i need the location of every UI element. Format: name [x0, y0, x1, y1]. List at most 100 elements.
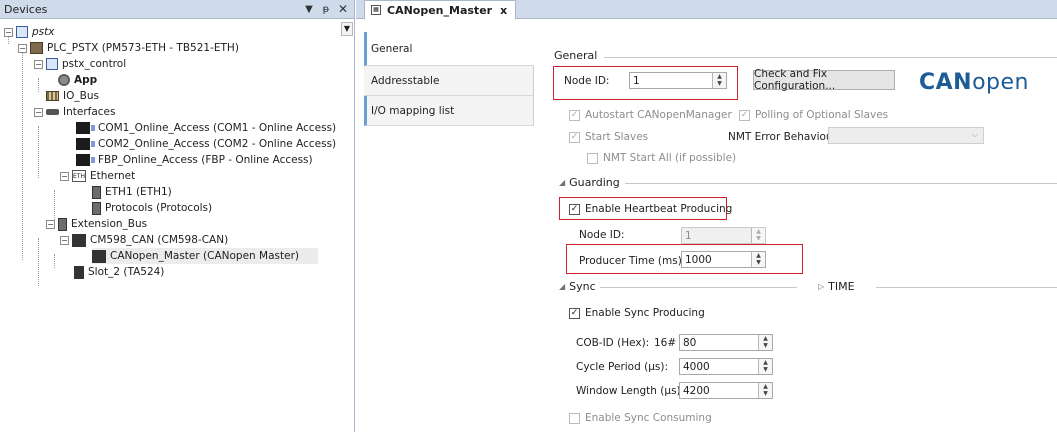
enable-sync-consuming-checkbox[interactable]: Enable Sync Consuming [569, 412, 712, 424]
tab-canopen-master[interactable]: ▦ CANopen_Master x [364, 0, 517, 19]
polling-optional-slaves-checkbox[interactable]: ✓ Polling of Optional Slaves [739, 109, 888, 121]
side-tabs: General Addresstable I/O mapping list [364, 32, 534, 126]
general-section-title: General [554, 49, 598, 62]
extension-bus-icon [58, 217, 67, 231]
checkmark-icon: ✓ [569, 307, 580, 319]
node-id-label: Node ID: [564, 75, 610, 87]
time-section-title[interactable]: ▷ TIME [818, 280, 855, 293]
module-icon [92, 201, 101, 215]
editor-tabbar: ▦ CANopen_Master x [356, 0, 1057, 19]
start-slaves-checkbox[interactable]: ✓ Start Slaves [569, 131, 648, 143]
cob-id-label: COB-ID (Hex): [576, 337, 650, 349]
collapse-icon[interactable]: − [60, 171, 69, 181]
tree-item-com2[interactable]: COM2_Online_Access (COM2 - Online Access… [76, 136, 336, 152]
window-length-input[interactable]: 4200 ▲ ▼ [679, 382, 773, 399]
com-port-icon [76, 138, 95, 150]
check-fix-configuration-button[interactable]: Check and Fix Configuration... [753, 68, 895, 92]
spinner-icon[interactable]: ▲ ▼ [751, 252, 765, 267]
devices-title: Devices [4, 2, 48, 16]
can-module-icon [72, 233, 86, 247]
tree-item-com1[interactable]: COM1_Online_Access (COM1 - Online Access… [76, 120, 336, 136]
pin-icon[interactable]: ᵽ [319, 4, 333, 15]
tree-item-io-bus[interactable]: IO_Bus [46, 88, 99, 104]
collapse-icon[interactable]: − [60, 235, 69, 245]
cob-id-input[interactable]: 80 ▲ ▼ [679, 334, 773, 351]
cycle-period-input[interactable]: 4000 ▲ ▼ [679, 358, 773, 375]
cob-id-prefix: 16# [654, 337, 677, 349]
producer-time-label: Producer Time (ms): [579, 255, 686, 267]
tree-item-cm598-can[interactable]: − CM598_CAN (CM598-CAN) [60, 232, 228, 248]
chevron-down-icon: ⌵ [971, 130, 978, 139]
tree-dropdown-button[interactable]: ▼ [341, 22, 353, 36]
enable-heartbeat-checkbox[interactable]: ✓ Enable Heartbeat Producing [569, 203, 732, 215]
sync-section-title[interactable]: ◢ Sync [559, 280, 596, 293]
empty-checkbox-icon [587, 152, 598, 164]
application-icon [46, 58, 58, 70]
io-bus-icon [46, 91, 59, 101]
spinner-icon[interactable]: ▲ ▼ [758, 383, 772, 398]
com-port-icon [76, 122, 95, 134]
tree-item-canopen-master[interactable]: CANopen_Master (CANopen Master) [92, 248, 318, 264]
tree-item-extension-bus[interactable]: − Extension_Bus [46, 216, 147, 232]
collapse-icon[interactable]: − [18, 43, 27, 53]
ethernet-icon: ETH [72, 170, 86, 182]
tab-general[interactable]: General [364, 32, 534, 66]
tree-item-interfaces[interactable]: − Interfaces [34, 104, 115, 120]
devices-panel: Devices ▼ ᵽ ✕ ▼ − pstx − PLC_PSTX (PM573… [0, 0, 355, 432]
empty-checkbox-icon [569, 412, 580, 424]
tab-title: CANopen_Master [387, 3, 493, 17]
guarding-node-id-label: Node ID: [579, 229, 625, 241]
fbp-port-icon [76, 154, 95, 166]
canopen-master-icon [92, 249, 106, 263]
enable-sync-producing-checkbox[interactable]: ✓ Enable Sync Producing [569, 307, 705, 319]
plc-icon [30, 42, 43, 54]
nmt-error-behaviour-select[interactable]: ⌵ [828, 127, 984, 144]
autostart-checkbox[interactable]: ✓ Autostart CANopenManager [569, 109, 732, 121]
guarding-section-title[interactable]: ◢ Guarding [559, 176, 620, 189]
collapse-triangle-icon[interactable]: ◢ [559, 178, 565, 187]
slot-icon [74, 265, 84, 279]
producer-time-input[interactable]: 1000 ▲ ▼ [681, 251, 766, 268]
node-id-input[interactable]: 1 ▲ ▼ [629, 72, 727, 89]
checkmark-icon: ✓ [739, 109, 750, 121]
canopen-logo: CANopen [919, 70, 1029, 95]
spinner-icon[interactable]: ▲ ▼ [758, 335, 772, 350]
collapse-icon[interactable]: − [34, 107, 43, 117]
nmt-error-behaviour-label: NMT Error Behaviour: [728, 131, 841, 143]
checkmark-icon: ✓ [569, 203, 580, 215]
tree-item-ethernet[interactable]: − ETH Ethernet [60, 168, 135, 184]
window-length-label: Window Length (µs): [576, 385, 685, 397]
tree-item-pstx-control[interactable]: − pstx_control [34, 56, 126, 72]
device-tab-icon: ▦ [371, 5, 381, 15]
collapse-triangle-icon[interactable]: ◢ [559, 282, 565, 291]
spinner-icon[interactable]: ▲ ▼ [751, 228, 765, 243]
spinner-icon[interactable]: ▲ ▼ [758, 359, 772, 374]
nmt-start-all-checkbox[interactable]: NMT Start All (if possible) [587, 152, 736, 164]
cycle-period-label: Cycle Period (µs): [576, 361, 668, 373]
project-icon [16, 26, 28, 38]
expand-triangle-icon[interactable]: ▷ [818, 282, 824, 291]
checkmark-icon: ✓ [569, 109, 580, 121]
collapse-icon[interactable]: − [4, 27, 13, 37]
interfaces-icon [46, 109, 59, 115]
module-icon [92, 185, 101, 199]
editor-panel: ▦ CANopen_Master x General Addresstable … [356, 0, 1057, 432]
tab-addresstable[interactable]: Addresstable [364, 66, 534, 96]
tree-item-plc[interactable]: − PLC_PSTX (PM573-ETH - TB521-ETH) [18, 40, 239, 56]
tree-item-app[interactable]: App [58, 72, 97, 88]
tree-item-pstx[interactable]: − pstx [4, 24, 54, 40]
tree-item-protocols[interactable]: Protocols (Protocols) [92, 200, 212, 216]
gear-icon [58, 74, 70, 86]
close-icon[interactable]: ✕ [336, 2, 350, 16]
tree-item-slot2[interactable]: Slot_2 (TA524) [74, 264, 164, 280]
close-tab-icon[interactable]: x [500, 4, 507, 17]
checkmark-icon: ✓ [569, 131, 580, 143]
collapse-icon[interactable]: − [34, 59, 43, 69]
tab-io-mapping-list[interactable]: I/O mapping list [364, 96, 534, 126]
dropdown-arrow-icon[interactable]: ▼ [302, 4, 316, 15]
guarding-node-id-input[interactable]: 1 ▲ ▼ [681, 227, 766, 244]
collapse-icon[interactable]: − [46, 219, 55, 229]
tree-item-eth1[interactable]: ETH1 (ETH1) [92, 184, 172, 200]
tree-item-fbp[interactable]: FBP_Online_Access (FBP - Online Access) [76, 152, 313, 168]
spinner-icon[interactable]: ▲ ▼ [712, 73, 726, 88]
